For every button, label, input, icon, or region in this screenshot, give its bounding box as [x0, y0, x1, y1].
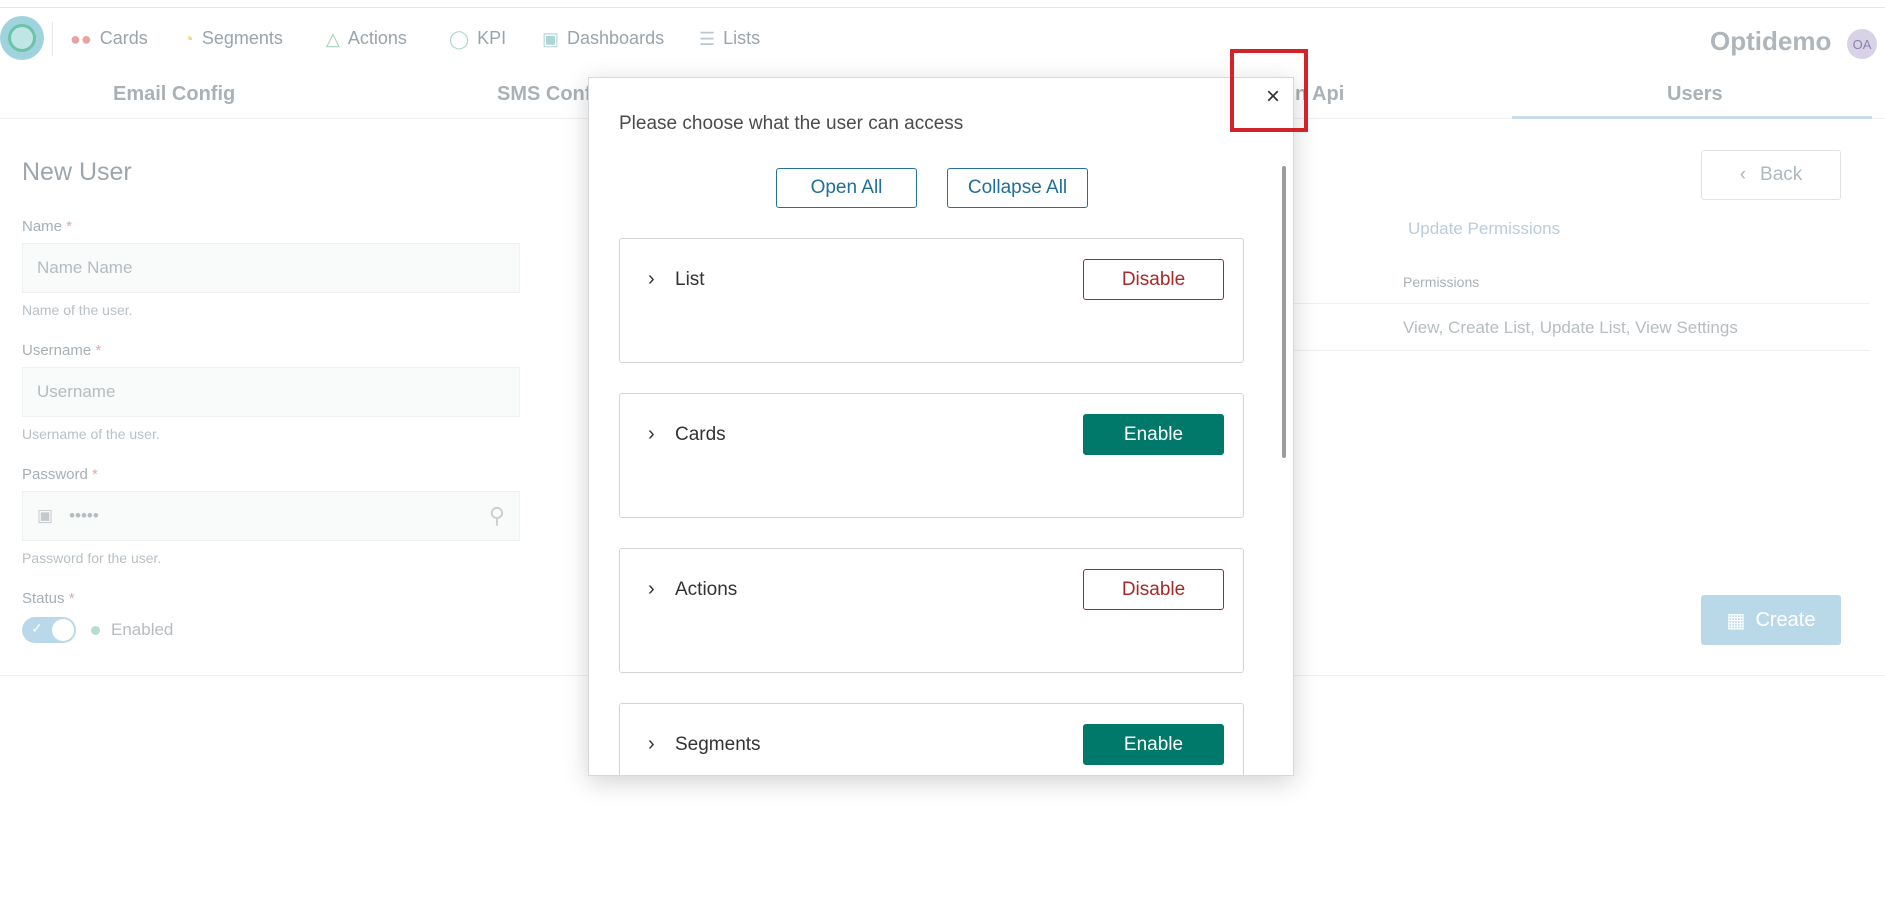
- modal-scrollbar[interactable]: [1282, 166, 1286, 458]
- nav-segments-label: Segments: [201, 28, 283, 48]
- name-field[interactable]: Name Name: [22, 243, 520, 293]
- permissions-modal: Please choose what the user can access O…: [588, 77, 1294, 776]
- nav-dashboards-label: Dashboards: [567, 28, 665, 48]
- nav-cards-label: Cards: [99, 28, 148, 48]
- section-cards[interactable]: › Cards Enable: [619, 393, 1244, 518]
- app-root: ●● Cards ◔ Segments △ Actions ◯ KPI ▣ Da…: [0, 0, 1885, 917]
- password-field[interactable]: ▣ ••••• ⚲: [22, 491, 520, 541]
- chevron-right-icon: ›: [648, 268, 655, 290]
- page-title: New User: [22, 158, 132, 186]
- nav-segments[interactable]: ◔ Segments: [183, 28, 283, 49]
- table-divider: [1290, 350, 1870, 351]
- create-icon: ▦: [1726, 609, 1746, 632]
- gauge-icon: ◯: [449, 28, 470, 49]
- actions-icon: △: [326, 28, 340, 49]
- name-help: Name of the user.: [22, 302, 133, 318]
- collapse-all-button[interactable]: Collapse All: [947, 168, 1088, 208]
- section-cards-label: Cards: [675, 424, 726, 445]
- nav-lists-label: Lists: [723, 28, 761, 48]
- username-help: Username of the user.: [22, 426, 160, 442]
- create-button[interactable]: ▦ Create: [1701, 595, 1841, 645]
- users-icon: ●●: [70, 28, 92, 49]
- key-icon[interactable]: ⚲: [489, 503, 505, 529]
- list-icon: ☰: [699, 28, 716, 49]
- list-disable-button[interactable]: Disable: [1083, 259, 1224, 300]
- username-label: Username *: [22, 342, 102, 359]
- password-help: Password for the user.: [22, 550, 162, 566]
- active-tab-indicator: [1512, 116, 1872, 119]
- chevron-right-icon: ›: [648, 733, 655, 755]
- status-label: Status *: [22, 590, 75, 607]
- create-label: Create: [1755, 608, 1816, 631]
- section-segments-label: Segments: [675, 734, 761, 755]
- back-button[interactable]: ‹ Back: [1701, 150, 1841, 200]
- permissions-value: View, Create List, Update List, View Set…: [1403, 318, 1738, 337]
- chevron-right-icon: ›: [648, 578, 655, 600]
- dashboard-icon: ▣: [542, 28, 560, 49]
- name-label: Name *: [22, 218, 73, 235]
- cards-enable-button[interactable]: Enable: [1083, 414, 1224, 455]
- nav-actions-label: Actions: [347, 28, 407, 48]
- nav-lists[interactable]: ☰ Lists: [699, 28, 760, 49]
- section-segments[interactable]: › Segments Enable: [619, 703, 1244, 775]
- chevron-right-icon: ›: [648, 423, 655, 445]
- tab-users[interactable]: Users: [1667, 83, 1723, 106]
- back-label: Back: [1760, 164, 1803, 185]
- password-value: •••••: [69, 506, 99, 525]
- password-label: Password *: [22, 466, 98, 483]
- actions-disable-button[interactable]: Disable: [1083, 569, 1224, 610]
- nav-cards[interactable]: ●● Cards: [70, 28, 148, 49]
- section-list[interactable]: › List Disable: [619, 238, 1244, 363]
- section-actions-label: Actions: [675, 579, 738, 600]
- pie-icon: ◔: [183, 28, 194, 49]
- lock-icon: ▣: [37, 506, 54, 525]
- nav-kpi[interactable]: ◯ KPI: [449, 28, 506, 49]
- table-divider: [1290, 303, 1870, 304]
- segments-enable-button[interactable]: Enable: [1083, 724, 1224, 765]
- status-dot: [91, 626, 100, 635]
- status-toggle[interactable]: ✓: [22, 617, 76, 643]
- name-placeholder: Name Name: [37, 258, 133, 277]
- app-logo[interactable]: [0, 16, 44, 60]
- status-text: Enabled: [111, 620, 174, 639]
- brand-name: Optidemo: [1710, 26, 1832, 56]
- open-all-button[interactable]: Open All: [776, 168, 917, 208]
- tab-email-config[interactable]: Email Config: [113, 83, 235, 106]
- nav-divider: [52, 22, 53, 56]
- modal-title: Please choose what the user can access: [619, 113, 964, 134]
- section-list-label: List: [675, 269, 705, 290]
- close-highlight-box: [1230, 49, 1308, 132]
- section-actions[interactable]: › Actions Disable: [619, 548, 1244, 673]
- tab-sms-config[interactable]: SMS Conf: [497, 83, 591, 106]
- chevron-left-icon: ‹: [1739, 164, 1747, 185]
- update-permissions-link[interactable]: Update Permissions: [1408, 219, 1560, 239]
- username-placeholder: Username: [37, 382, 116, 401]
- toggle-knob: [52, 619, 74, 641]
- top-nav: ●● Cards ◔ Segments △ Actions ◯ KPI ▣ Da…: [0, 7, 1885, 69]
- nav-kpi-label: KPI: [477, 28, 507, 48]
- avatar[interactable]: OA: [1847, 29, 1877, 59]
- check-icon: ✓: [31, 620, 43, 636]
- username-field[interactable]: Username: [22, 367, 520, 417]
- permissions-header: Permissions: [1403, 274, 1480, 290]
- nav-dashboards[interactable]: ▣ Dashboards: [542, 28, 664, 49]
- nav-actions[interactable]: △ Actions: [326, 28, 407, 49]
